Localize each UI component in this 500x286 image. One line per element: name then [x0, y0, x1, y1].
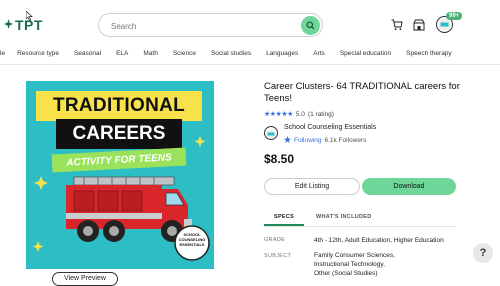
product-image[interactable]: TRADITIONAL CAREERS ACTIVITY FOR TEENS S…: [26, 81, 214, 269]
nav-item-partial[interactable]: le: [0, 50, 5, 57]
nav-item-math[interactable]: Math: [143, 50, 157, 57]
search-input[interactable]: [109, 18, 293, 34]
following-button[interactable]: Following: [294, 137, 321, 144]
nav-item-speech-therapy[interactable]: Speech therapy: [406, 50, 452, 57]
grade-label: GRADE: [264, 237, 286, 243]
store-icon[interactable]: [412, 18, 426, 32]
price: $8.50: [264, 152, 295, 166]
details-tabs: SPECS WHAT'S INCLUDED: [264, 210, 456, 227]
following-star-icon: [284, 136, 291, 145]
tab-specs[interactable]: SPECS: [274, 214, 294, 220]
search-button[interactable]: [301, 16, 320, 35]
tpt-logo[interactable]: TPT: [4, 16, 43, 34]
nav-item-arts[interactable]: Arts: [313, 50, 325, 57]
category-nav: le Resource type Seasonal ELA Math Scien…: [0, 44, 500, 62]
seller-seal-icon: [266, 129, 276, 139]
seal-text: SCHOOL COUNSELING ESSENTIALS: [178, 232, 206, 247]
logo-text: TPT: [15, 17, 43, 33]
subject-value-1[interactable]: Family Consumer Sciences,: [314, 251, 395, 260]
rating-row[interactable]: ★★★★★ 5.0 (1 rating): [264, 110, 334, 119]
cart-icon[interactable]: [390, 18, 404, 32]
logo-star-icon: [4, 16, 13, 34]
nav-item-social-studies[interactable]: Social studies: [211, 50, 251, 57]
followers-count: 6.1k Followers: [324, 137, 367, 144]
star-rating-icon: ★★★★★: [264, 111, 293, 118]
nav-item-special-education[interactable]: Special education: [340, 50, 391, 57]
product-title: Career Clusters- 64 TRADITIONAL careers …: [264, 81, 460, 104]
nav-item-science[interactable]: Science: [173, 50, 196, 57]
search-bar[interactable]: [98, 13, 323, 37]
nav-item-languages[interactable]: Languages: [266, 50, 298, 57]
active-tab-indicator: [264, 224, 304, 226]
tab-whats-included[interactable]: WHAT'S INCLUDED: [316, 214, 372, 220]
seller-name[interactable]: School Counseling Essentials: [284, 124, 376, 131]
header-divider: [0, 64, 500, 65]
nav-item-ela[interactable]: ELA: [116, 50, 128, 57]
nav-item-resource-type[interactable]: Resource type: [17, 50, 59, 57]
seller-avatar[interactable]: [264, 126, 278, 140]
search-icon: [306, 21, 315, 30]
download-button[interactable]: Download: [362, 178, 456, 195]
follow-row: Following 6.1k Followers: [284, 136, 366, 145]
grade-value: 4th - 12th, Adult Education, Higher Educ…: [314, 237, 444, 244]
view-preview-button[interactable]: View Preview: [52, 272, 118, 286]
edit-listing-button[interactable]: Edit Listing: [264, 178, 360, 195]
help-button[interactable]: ?: [473, 243, 493, 263]
subject-value-2[interactable]: Instructional Technology,: [314, 260, 385, 269]
rating-value: 5.0: [295, 110, 305, 118]
notification-badge: 99+: [446, 12, 463, 20]
nav-item-seasonal[interactable]: Seasonal: [74, 50, 101, 57]
rating-count: (1 rating): [307, 110, 334, 118]
subject-label: SUBJECT: [264, 253, 292, 259]
subject-value-3[interactable]: Other (Social Studies): [314, 269, 378, 278]
